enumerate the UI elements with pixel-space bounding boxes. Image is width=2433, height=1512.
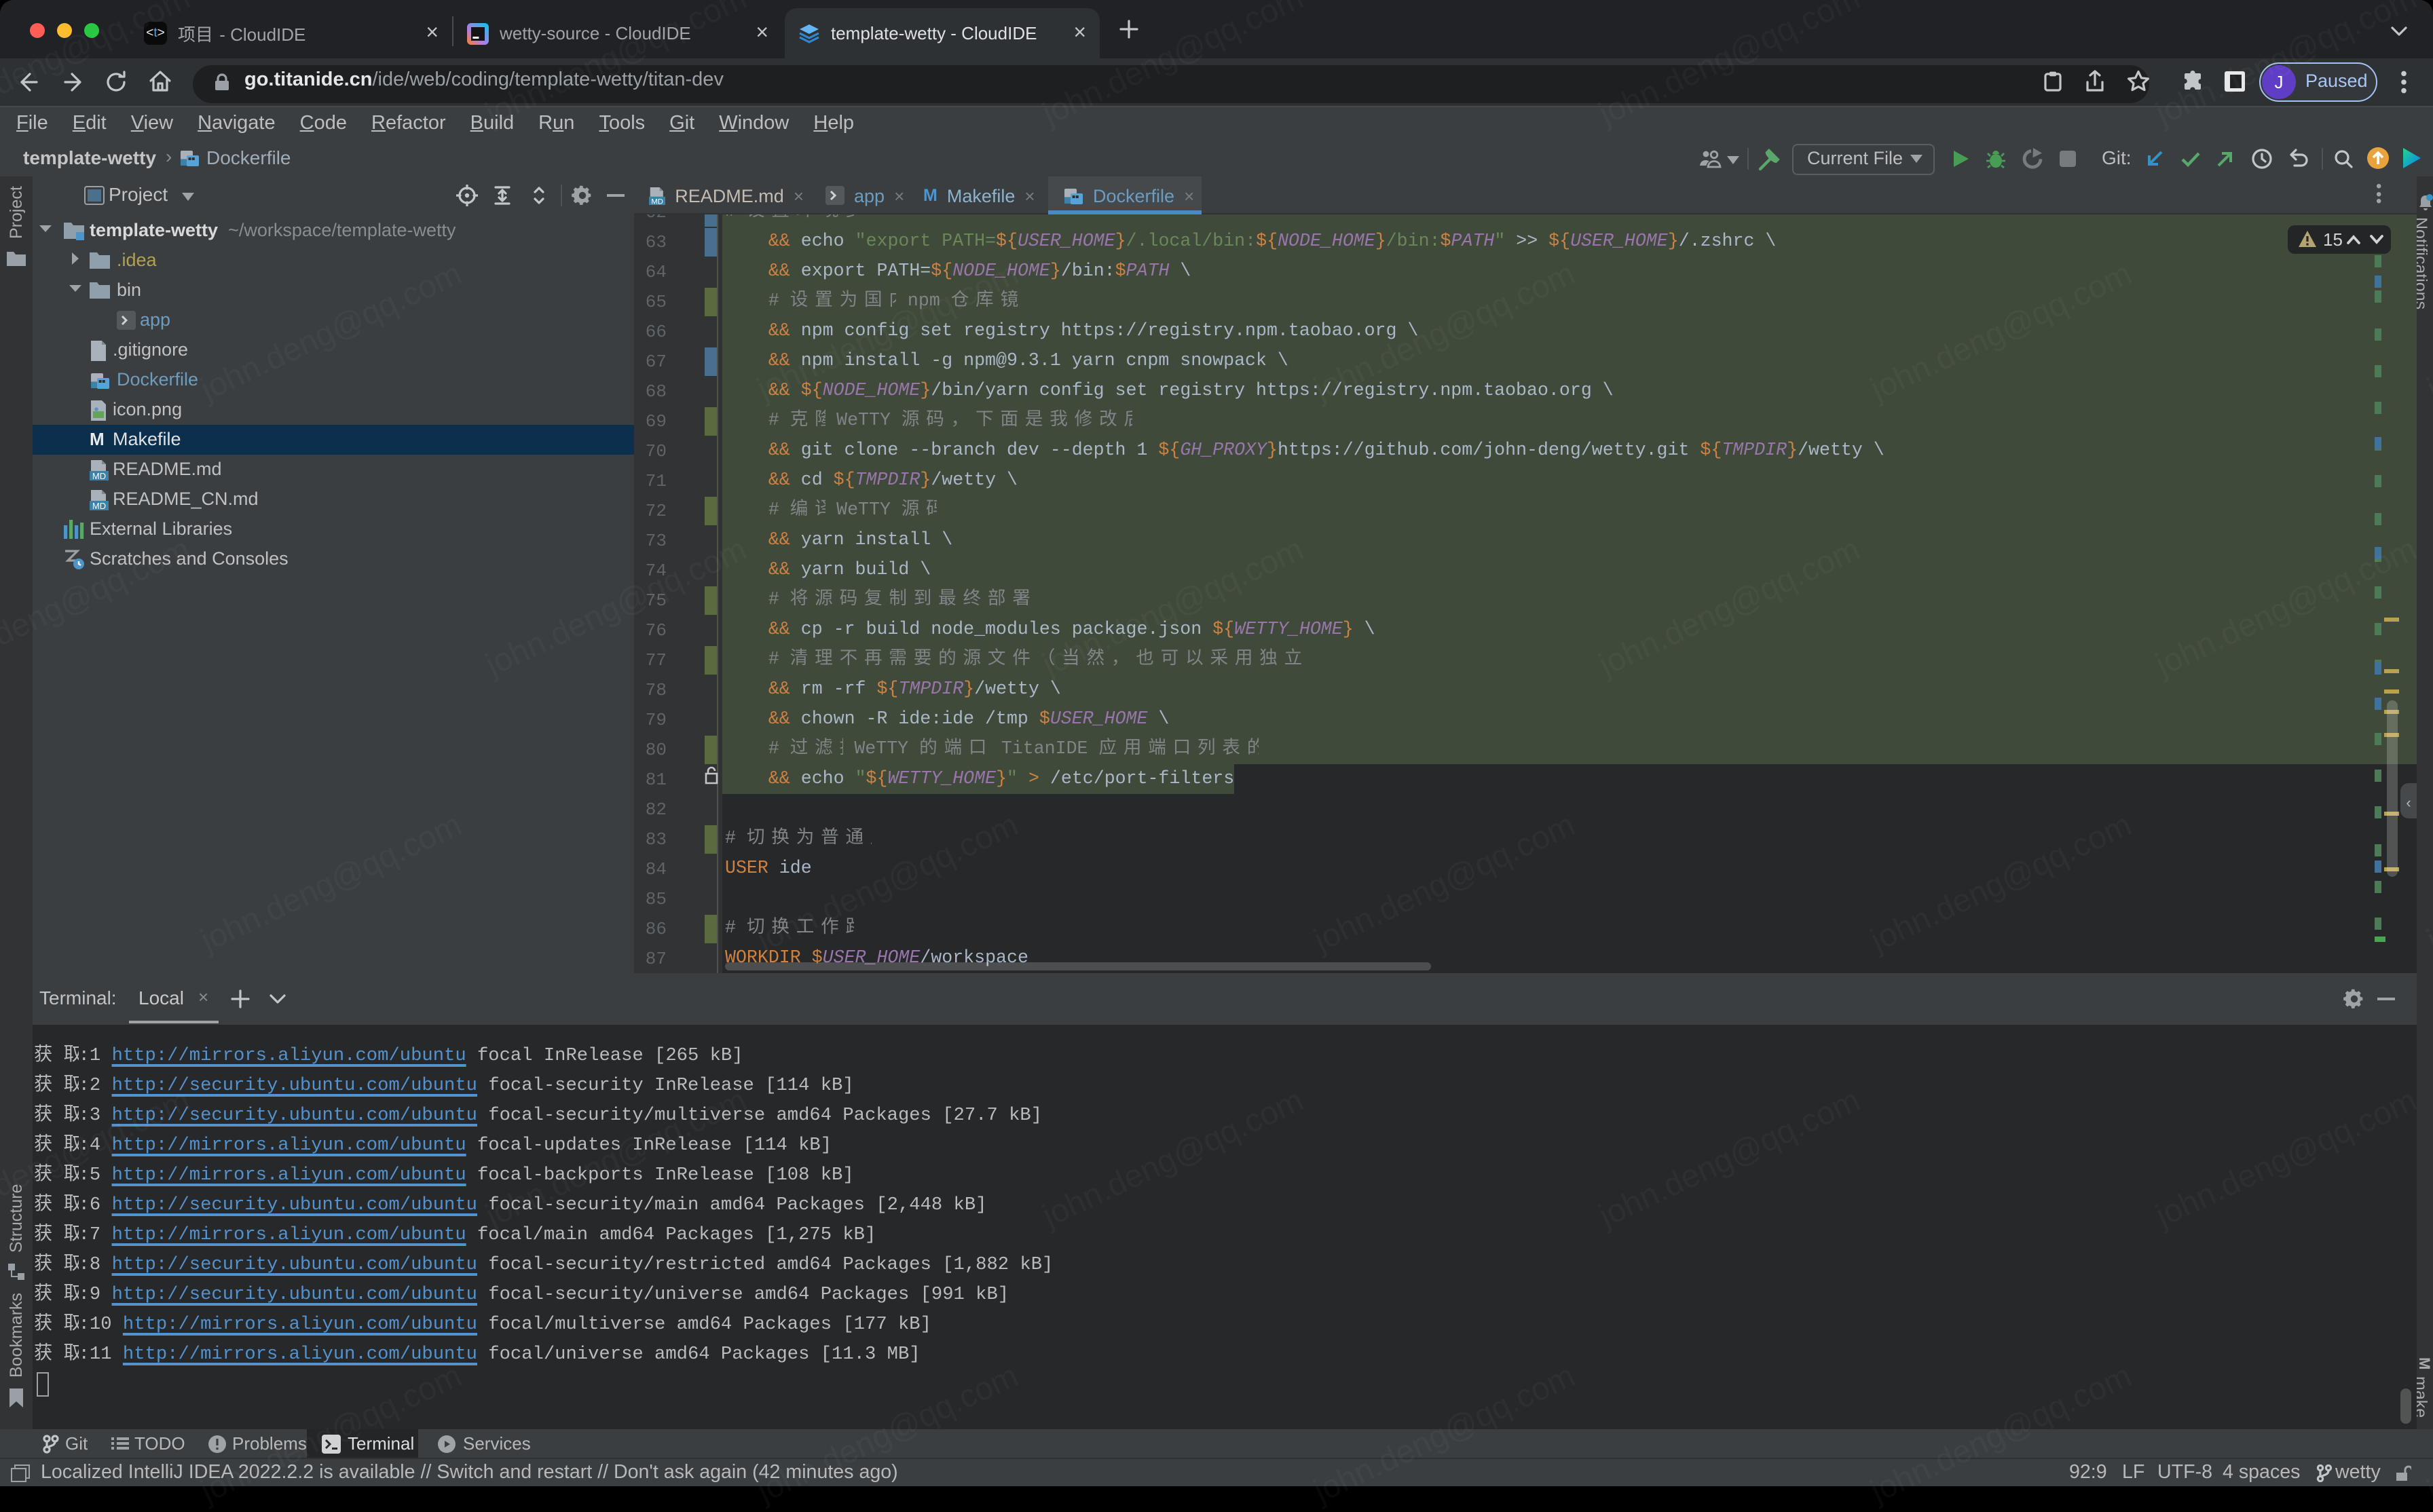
svg-text:MD: MD	[651, 197, 663, 205]
svg-text:MD: MD	[92, 471, 106, 480]
svg-text:MD: MD	[92, 501, 106, 510]
